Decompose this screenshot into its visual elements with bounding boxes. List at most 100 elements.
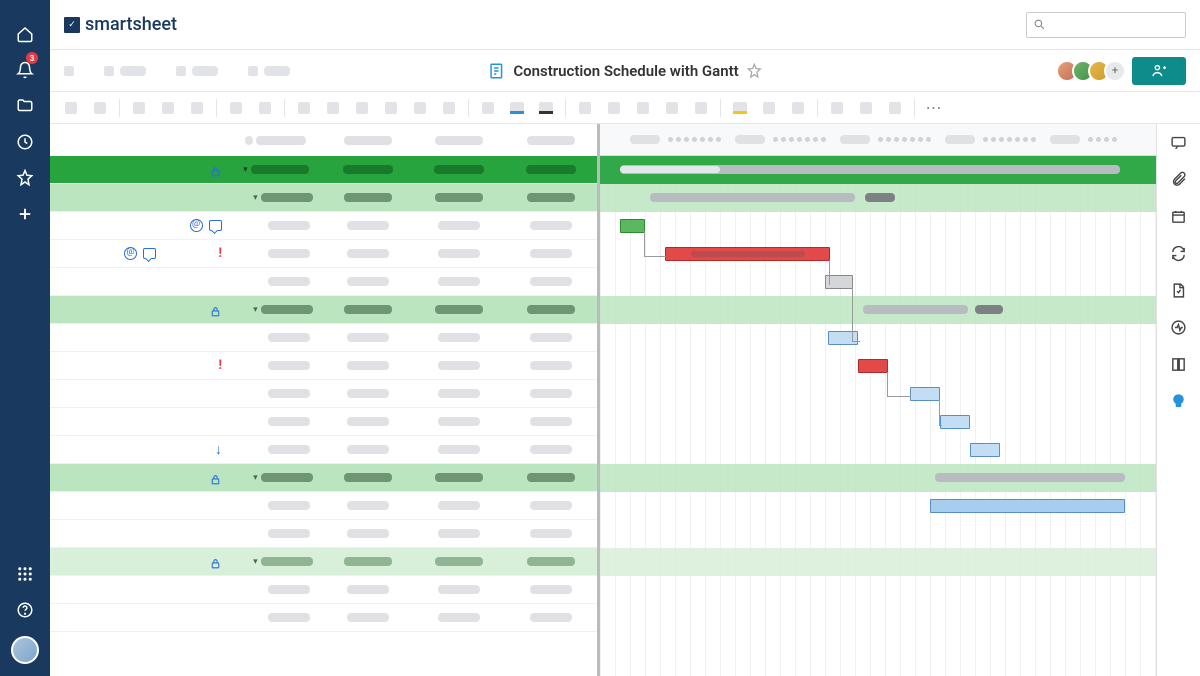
toolbar-button[interactable] <box>223 96 249 120</box>
comment-icon[interactable] <box>143 248 156 259</box>
rail-brandfolder[interactable] <box>1170 393 1187 414</box>
nav-launcher[interactable] <box>0 556 50 592</box>
toolbar-button[interactable] <box>155 96 181 120</box>
nav-user-avatar[interactable] <box>11 636 39 664</box>
table-row[interactable]: ! <box>50 240 597 268</box>
toolbar-button[interactable] <box>688 96 714 120</box>
gantt-summary-bar[interactable] <box>863 305 968 314</box>
table-row[interactable] <box>50 492 597 520</box>
gantt-panel[interactable] <box>600 124 1156 676</box>
table-row[interactable]: ▾ <box>50 156 597 184</box>
toolbar-button[interactable] <box>378 96 404 120</box>
nav-notifications[interactable]: 3 <box>0 52 50 88</box>
table-row[interactable] <box>50 324 597 352</box>
toolbar-button[interactable] <box>475 96 501 120</box>
nav-home[interactable] <box>0 16 50 52</box>
nav-create[interactable] <box>0 196 50 232</box>
table-row[interactable]: ▾ <box>50 548 597 576</box>
gantt-bar[interactable] <box>865 193 895 202</box>
add-collaborator-button[interactable]: + <box>1104 60 1126 82</box>
rail-summary[interactable] <box>1170 356 1187 377</box>
gantt-bar[interactable] <box>930 499 1125 513</box>
table-row[interactable]: ! <box>50 352 597 380</box>
toolbar-more[interactable]: ⋯ <box>921 96 947 120</box>
toolbar-button[interactable] <box>630 96 656 120</box>
rail-publish[interactable] <box>1170 282 1187 303</box>
nav-recents[interactable] <box>0 124 50 160</box>
nav-help[interactable] <box>0 592 50 628</box>
collaborator-avatars[interactable]: + <box>1062 60 1126 82</box>
lock-icon <box>209 555 222 568</box>
gantt-bar[interactable] <box>858 359 888 373</box>
toolbar-button[interactable] <box>756 96 782 120</box>
toolbar-button[interactable] <box>58 96 84 120</box>
gantt-row <box>600 156 1156 184</box>
gantt-row <box>600 408 1156 436</box>
share-button[interactable] <box>1132 57 1186 85</box>
table-row[interactable]: ▾ <box>50 184 597 212</box>
table-row[interactable] <box>50 212 597 240</box>
attachment-icon[interactable] <box>190 219 203 232</box>
table-row[interactable] <box>50 604 597 632</box>
toolbar-button[interactable] <box>824 96 850 120</box>
gantt-row <box>600 324 1156 352</box>
sheet-title-text: Construction Schedule with Gantt <box>513 62 738 80</box>
toolbar-button[interactable] <box>126 96 152 120</box>
table-row[interactable]: ▾ <box>50 464 597 492</box>
toolbar-button[interactable] <box>533 96 559 120</box>
toolbar-button[interactable] <box>572 96 598 120</box>
lock-icon <box>209 303 222 316</box>
attachment-icon[interactable] <box>124 247 137 260</box>
toolbar-button[interactable] <box>291 96 317 120</box>
search-input[interactable] <box>1026 12 1186 38</box>
toolbar-button[interactable] <box>407 96 433 120</box>
rail-conversations[interactable] <box>1170 134 1187 155</box>
rail-attachments[interactable] <box>1170 171 1187 192</box>
toolbar-font-color[interactable] <box>504 96 530 120</box>
toolbar-button[interactable] <box>320 96 346 120</box>
table-row[interactable]: ↓ <box>50 436 597 464</box>
table-row[interactable] <box>50 268 597 296</box>
table-row[interactable]: ▾ <box>50 296 597 324</box>
toolbar-button[interactable] <box>184 96 210 120</box>
alert-icon: ! <box>218 358 222 373</box>
nav-folders[interactable] <box>0 88 50 124</box>
brand-text: smartsheet <box>85 14 177 35</box>
gantt-summary-bar[interactable] <box>935 473 1125 482</box>
gantt-row <box>600 604 1156 632</box>
gantt-bar[interactable] <box>620 219 645 233</box>
toolbar-button[interactable] <box>785 96 811 120</box>
gantt-bar[interactable] <box>665 247 830 261</box>
table-row[interactable] <box>50 520 597 548</box>
gantt-row <box>600 576 1156 604</box>
toolbar-button[interactable] <box>252 96 278 120</box>
comment-icon[interactable] <box>209 220 222 231</box>
gantt-bar[interactable] <box>975 305 1003 314</box>
table-row[interactable] <box>50 380 597 408</box>
toolbar-button[interactable] <box>87 96 113 120</box>
table-row[interactable] <box>50 576 597 604</box>
toolbar-button[interactable] <box>853 96 879 120</box>
nav-favorites[interactable] <box>0 160 50 196</box>
toolbar-button[interactable] <box>601 96 627 120</box>
rail-activity-log[interactable] <box>1170 319 1187 340</box>
sheet-title: Construction Schedule with Gantt <box>487 62 762 80</box>
gantt-bar[interactable] <box>910 387 940 401</box>
arrow-down-icon: ↓ <box>215 441 222 458</box>
favorite-star-icon[interactable] <box>747 63 763 79</box>
toolbar-fill-color[interactable] <box>727 96 753 120</box>
table-row[interactable] <box>50 408 597 436</box>
toolbar-button[interactable] <box>659 96 685 120</box>
rail-update-requests[interactable] <box>1170 245 1187 266</box>
lock-icon <box>209 163 222 176</box>
gantt-row <box>600 492 1156 520</box>
toolbar-button[interactable] <box>349 96 375 120</box>
gantt-bar[interactable] <box>940 415 970 429</box>
gantt-bar[interactable] <box>970 443 1000 457</box>
gantt-summary-bar[interactable] <box>650 193 855 202</box>
brand-logo[interactable]: smartsheet <box>64 14 177 35</box>
toolbar-button[interactable] <box>436 96 462 120</box>
gantt-row <box>600 184 1156 212</box>
toolbar-button[interactable] <box>882 96 908 120</box>
rail-proofs[interactable] <box>1170 208 1187 229</box>
